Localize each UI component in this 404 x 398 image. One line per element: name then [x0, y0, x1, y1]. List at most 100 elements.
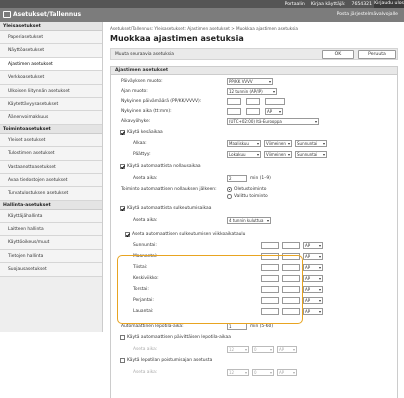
dst-begin-day[interactable]: Sunnuntai	[295, 140, 327, 147]
sidebar-item-network[interactable]: Verkkoasetukset	[0, 71, 102, 85]
ok-button[interactable]: OK	[322, 50, 354, 59]
after-reset-default-label: Oletustoiminto	[234, 187, 267, 192]
weekly-schedule-highlight	[117, 255, 303, 324]
sidebar-item-accessibility[interactable]: Käytettävyysasetukset	[0, 97, 102, 112]
home-icon[interactable]	[3, 11, 11, 18]
daily-sleep-label: Käytä automaattisen päivittäisen lepotil…	[127, 335, 231, 340]
exit-time-label: Aseta aika:	[133, 370, 158, 375]
exit-minute-select[interactable]: 0	[252, 369, 274, 376]
auto-reset-checkbox[interactable]	[120, 164, 125, 169]
after-reset-label: Toiminto automaattisen nollauksen jälkee…	[121, 187, 217, 192]
time-format-select[interactable]: 12 tunnin (AP/IP)	[227, 88, 277, 95]
dst-begin-month[interactable]: Maaliskuu	[227, 140, 261, 147]
wednesday-ampm[interactable]: AP	[303, 275, 323, 282]
sleep-exit-label: Automaattinen lepotila-aika:	[121, 324, 184, 329]
sidebar-item-printer[interactable]: Tulostimen asetukset	[0, 147, 102, 161]
hour-input[interactable]	[227, 108, 241, 115]
portal-link[interactable]: Portaalin	[285, 2, 305, 7]
dst-end-day[interactable]: Sunnuntai	[295, 151, 327, 158]
sidebar-item-data-mgmt[interactable]: Tietojen hallinta	[0, 249, 102, 264]
date-format-label: Päiväyksen muoto:	[121, 79, 163, 84]
tuesday-ampm[interactable]: AP	[303, 264, 323, 271]
dst-end-week[interactable]: Viimeinen	[264, 151, 292, 158]
sidebar-section-management: Hallinta-asetukset	[0, 200, 102, 210]
section-title: Ajastimen asetukset	[111, 67, 397, 75]
app-title: Asetukset/Tallennus	[13, 11, 82, 18]
exit-hour-select[interactable]: 12	[227, 369, 249, 376]
reset-time-input[interactable]: 2	[227, 175, 247, 182]
daily-ampm-select[interactable]: AP	[277, 346, 297, 353]
dst-end-month[interactable]: Lokakuu	[227, 151, 261, 158]
dst-label: Käytä kesäaikaa	[127, 130, 163, 135]
main-content: Asetukset/Tallennus: Yleisasetukset: Aja…	[106, 22, 402, 398]
auto-sleep-checkbox[interactable]	[120, 206, 125, 211]
mail-admin-link[interactable]: Posta järjestelmävalvojalle	[337, 12, 398, 17]
timezone-select[interactable]: (UTC+02:00) Itä-Eurooppa	[227, 118, 319, 125]
daily-hour-select[interactable]: 12	[227, 346, 249, 353]
sidebar-item-user-mgmt[interactable]: Käyttäjähallinta	[0, 209, 102, 224]
after-reset-default-radio[interactable]	[227, 187, 232, 192]
minute-input[interactable]	[246, 108, 260, 115]
year-input[interactable]	[265, 98, 285, 105]
month-input[interactable]	[246, 98, 260, 105]
sidebar-item-secure-print[interactable]: Turvatulostuksen asetukset	[0, 187, 102, 201]
dst-checkbox[interactable]	[120, 130, 125, 135]
sunday-minute[interactable]	[282, 242, 300, 249]
sidebar-item-license[interactable]: Käyttöoikeus/muut	[0, 236, 102, 250]
monday-ampm[interactable]: AP	[303, 253, 323, 260]
date-format-select[interactable]: PP/KK VVVV	[227, 78, 273, 85]
friday-ampm[interactable]: AP	[303, 297, 323, 304]
top-bar: Portaalin Kirjaa käyttäjä: 7654321 Kirja…	[0, 0, 404, 8]
daily-sleep-checkbox[interactable]	[120, 335, 125, 340]
sidebar-item-timer[interactable]: Ajastimen asetukset	[0, 57, 102, 72]
dst-begin-label: Alkaa:	[133, 141, 147, 146]
dst-end-label: Päättyy:	[133, 152, 151, 157]
breadcrumb: Asetukset/Tallennus: Yleisasetukset: Aja…	[110, 26, 298, 31]
sidebar-item-security[interactable]: Suojausasetukset	[0, 263, 102, 277]
sidebar-item-display[interactable]: Näyttöasetukset	[0, 44, 102, 58]
auto-sleep-label: Käytä automaattista sulkeutumisaikaa	[127, 206, 212, 211]
sub-bar-label: Muuta seuraavia asetuksia	[115, 52, 174, 57]
after-reset-selected-radio[interactable]	[227, 194, 232, 199]
sleep-time-select[interactable]: 4 tunnin kuluttua	[227, 217, 271, 224]
saturday-ampm[interactable]: AP	[303, 308, 323, 315]
sunday-ampm[interactable]: AP	[303, 242, 323, 249]
sidebar-item-open-files[interactable]: Avaa tiedostojen asetukset	[0, 173, 102, 188]
exit-ampm-select[interactable]: AP	[277, 369, 297, 376]
current-time-label: Nykyinen aika (tt:mm):	[121, 109, 172, 114]
reset-time-unit: min (1–9)	[250, 176, 271, 181]
timezone-label: Aikavyöhyke:	[121, 119, 151, 124]
daily-time-label: Aseta aika:	[133, 347, 158, 352]
sidebar-item-paper[interactable]: Paperiasetukset	[0, 31, 102, 45]
ampm-select[interactable]: AP	[265, 108, 283, 115]
cancel-button[interactable]: Peruuta	[358, 50, 396, 59]
weekly-schedule-label: Aseta automaattisen sulkeutumisen viikko…	[132, 232, 246, 237]
reset-time-label: Aseta aika:	[133, 176, 158, 181]
sidebar-item-common[interactable]: Yleiset asetukset	[0, 133, 102, 148]
exit-sleep-label: Käytä lepotilan poistumisajan asetusta	[127, 358, 213, 363]
logout-button[interactable]: Kirjaudu ulos	[374, 0, 404, 8]
sleep-time-label: Aseta aika:	[133, 218, 158, 223]
timer-settings-panel: Ajastimen asetukset Päiväyksen muoto: PP…	[110, 66, 398, 398]
sidebar-item-receive[interactable]: Vastaanottoasetukset	[0, 160, 102, 174]
weekly-schedule-checkbox[interactable]	[125, 232, 130, 237]
current-date-label: Nykyinen päivämäärä (PP/KK/VVVV):	[121, 99, 202, 104]
dst-begin-week[interactable]: Viimeinen	[264, 140, 292, 147]
page-title: Muokkaa ajastimen asetuksia	[110, 34, 244, 43]
exit-sleep-checkbox[interactable]	[120, 358, 125, 363]
thursday-ampm[interactable]: AP	[303, 286, 323, 293]
daily-minute-select[interactable]: 0	[252, 346, 274, 353]
sidebar: Yleisasetukset Paperiasetukset Näyttöase…	[0, 22, 103, 332]
day-input[interactable]	[227, 98, 241, 105]
sidebar-section-general: Yleisasetukset	[0, 22, 102, 31]
after-reset-selected-label: Valittu toiminto	[234, 194, 268, 199]
sunday-hour[interactable]	[261, 242, 279, 249]
sidebar-item-volume[interactable]: Äänenvoimakkuus	[0, 111, 102, 125]
sleep-exit-unit: min (5-60)	[250, 324, 274, 329]
user-id: 7654321	[351, 1, 372, 7]
auto-reset-label: Käytä automaattista nollausaikaa	[127, 164, 201, 169]
sidebar-section-function: Toimintoasetukset	[0, 124, 102, 134]
sidebar-item-external-interface[interactable]: Ulkoisen liitynnän asetukset	[0, 84, 102, 98]
sidebar-item-device-mgmt[interactable]: Laitteen hallinta	[0, 223, 102, 237]
time-format-label: Ajan muoto:	[121, 89, 148, 94]
